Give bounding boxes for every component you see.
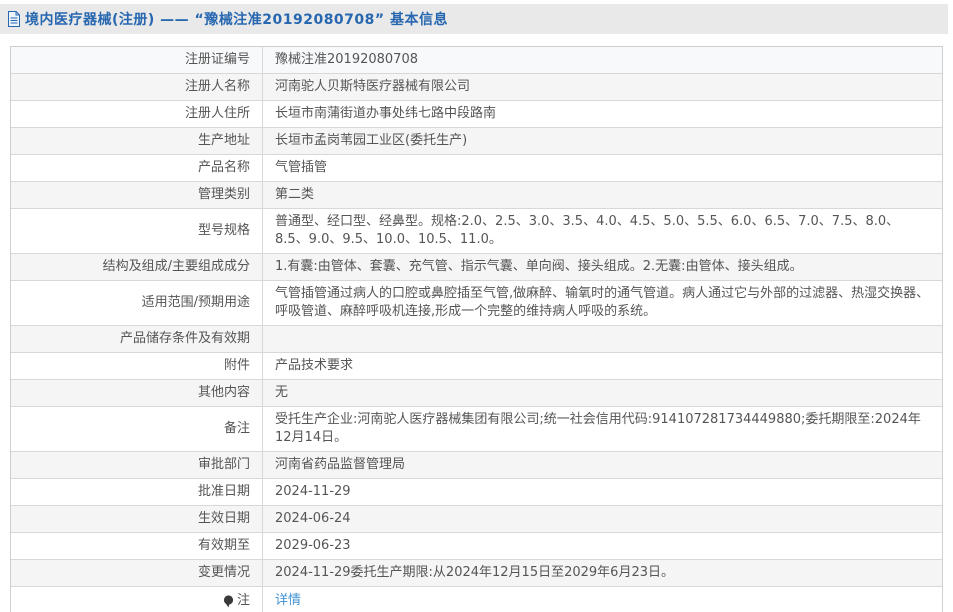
row-label: 备注 [223, 421, 250, 436]
row-value-cell: 1.有囊:由管体、套囊、充气管、指示气囊、单向阀、接头组成。2.无囊:由管体、接… [263, 254, 942, 280]
row-value: 普通型、经口型、经鼻型。规格:2.0、2.5、3.0、3.5、4.0、4.5、5… [275, 214, 900, 247]
device-info-table: 注册证编号 豫械注准20192080708 注册人名称 河南驼人贝斯特医疗器械有… [10, 46, 943, 612]
row-label: 生效日期 [197, 511, 250, 526]
row-value: 第二类 [275, 187, 315, 202]
table-row: 注册人住所 长垣市南蒲街道办事处纬七路中段路南 [11, 101, 942, 128]
row-value-cell: 长垣市孟岗苇园工业区(委托生产) [263, 128, 942, 154]
row-value-cell: 详情 [263, 587, 942, 612]
row-value: 2029-06-23 [275, 538, 351, 553]
row-label-cell: 管理类别 [11, 182, 263, 208]
table-row: 变更情况 2024-11-29委托生产期限:从2024年12月15日至2029年… [11, 560, 942, 587]
row-label: 型号规格 [197, 223, 250, 238]
row-label: 结构及组成/主要组成成分 [102, 259, 250, 274]
row-label: 注册人名称 [184, 79, 250, 94]
table-row: 生效日期 2024-06-24 [11, 506, 942, 533]
table-row: 产品名称 气管插管 [11, 155, 942, 182]
row-value: 长垣市孟岗苇园工业区(委托生产) [275, 133, 468, 148]
row-label-cell: 其他内容 [11, 380, 263, 406]
table-row: 审批部门 河南省药品监督管理局 [11, 452, 942, 479]
row-label-cell: 生产地址 [11, 128, 263, 154]
row-label: 适用范围/预期用途 [141, 295, 250, 310]
row-label-cell: 产品名称 [11, 155, 263, 181]
row-label-cell: 适用范围/预期用途 [11, 281, 263, 325]
table-row: 其他内容 无 [11, 380, 942, 407]
note-balloon-icon [223, 595, 234, 608]
row-label: 其他内容 [197, 385, 250, 400]
row-value-cell: 受托生产企业:河南驼人医疗器械集团有限公司;统一社会信用代码:914107281… [263, 407, 942, 451]
table-row: 适用范围/预期用途 气管插管通过病人的口腔或鼻腔插至气管,做麻醉、输氧时的通气管… [11, 281, 942, 326]
row-label: 注册人住所 [184, 106, 250, 121]
table-row: 注册人名称 河南驼人贝斯特医疗器械有限公司 [11, 74, 942, 101]
row-label-cell: 有效期至 [11, 533, 263, 559]
row-label-cell: 注册人住所 [11, 101, 263, 127]
row-value-cell: 气管插管通过病人的口腔或鼻腔插至气管,做麻醉、输氧时的通气管道。病人通过它与外部… [263, 281, 942, 325]
table-row: 备注 受托生产企业:河南驼人医疗器械集团有限公司;统一社会信用代码:914107… [11, 407, 942, 452]
table-row: 产品储存条件及有效期 [11, 326, 942, 353]
row-label-cell: 注册证编号 [11, 47, 263, 73]
table-row: 注册证编号 豫械注准20192080708 [11, 47, 942, 74]
page-title: 境内医疗器械(注册) —— “豫械注准20192080708” 基本信息 [25, 12, 448, 28]
row-label-cell: 备注 [11, 407, 263, 451]
table-row: 管理类别 第二类 [11, 182, 942, 209]
row-label: 管理类别 [197, 187, 250, 202]
row-value: 无 [275, 385, 289, 400]
row-label-cell: 注 [11, 587, 263, 612]
row-label-cell: 变更情况 [11, 560, 263, 586]
row-value-cell: 2029-06-23 [263, 533, 942, 559]
row-label: 产品名称 [197, 160, 250, 175]
row-label: 有效期至 [197, 538, 250, 553]
row-label-cell: 附件 [11, 353, 263, 379]
table-row: 有效期至 2029-06-23 [11, 533, 942, 560]
row-value-cell: 气管插管 [263, 155, 942, 181]
row-label: 审批部门 [197, 457, 250, 472]
row-label: 附件 [223, 358, 250, 373]
row-value-cell [263, 326, 942, 352]
row-value-cell: 长垣市南蒲街道办事处纬七路中段路南 [263, 101, 942, 127]
row-value: 2024-11-29委托生产期限:从2024年12月15日至2029年6月23日… [275, 565, 674, 580]
details-link[interactable]: 详情 [275, 592, 301, 610]
row-label-cell: 批准日期 [11, 479, 263, 505]
row-label: 变更情况 [197, 565, 250, 580]
row-label: 注册证编号 [184, 52, 250, 67]
row-value: 河南驼人贝斯特医疗器械有限公司 [275, 79, 471, 94]
row-value-cell: 无 [263, 380, 942, 406]
row-value: 受托生产企业:河南驼人医疗器械集团有限公司;统一社会信用代码:914107281… [275, 412, 921, 445]
row-value-cell: 2024-06-24 [263, 506, 942, 532]
row-value: 河南省药品监督管理局 [275, 457, 406, 472]
page-header: 境内医疗器械(注册) —— “豫械注准20192080708” 基本信息 [0, 4, 948, 34]
row-label: 批准日期 [197, 484, 250, 499]
row-value: 长垣市南蒲街道办事处纬七路中段路南 [275, 106, 497, 121]
row-value-cell: 普通型、经口型、经鼻型。规格:2.0、2.5、3.0、3.5、4.0、4.5、5… [263, 209, 942, 253]
row-label-cell: 型号规格 [11, 209, 263, 253]
row-value-cell: 第二类 [263, 182, 942, 208]
table-row: 型号规格 普通型、经口型、经鼻型。规格:2.0、2.5、3.0、3.5、4.0、… [11, 209, 942, 254]
row-value-cell: 2024-11-29 [263, 479, 942, 505]
row-label-cell: 产品储存条件及有效期 [11, 326, 263, 352]
row-value: 2024-06-24 [275, 511, 351, 526]
row-value: 豫械注准20192080708 [275, 52, 418, 67]
row-value: 2024-11-29 [275, 484, 351, 499]
row-value-cell: 河南驼人贝斯特医疗器械有限公司 [263, 74, 942, 100]
row-label: 产品储存条件及有效期 [119, 331, 250, 346]
row-label: 注 [236, 592, 250, 608]
table-row: 结构及组成/主要组成成分 1.有囊:由管体、套囊、充气管、指示气囊、单向阀、接头… [11, 254, 942, 281]
row-label-cell: 审批部门 [11, 452, 263, 478]
row-value-cell: 产品技术要求 [263, 353, 942, 379]
row-label-cell: 生效日期 [11, 506, 263, 532]
row-value: 1.有囊:由管体、套囊、充气管、指示气囊、单向阀、接头组成。2.无囊:由管体、接… [275, 259, 803, 274]
table-row: 生产地址 长垣市孟岗苇园工业区(委托生产) [11, 128, 942, 155]
row-value-cell: 豫械注准20192080708 [263, 47, 942, 73]
row-value-cell: 河南省药品监督管理局 [263, 452, 942, 478]
row-label-cell: 注册人名称 [11, 74, 263, 100]
row-value: 气管插管通过病人的口腔或鼻腔插至气管,做麻醉、输氧时的通气管道。病人通过它与外部… [275, 286, 930, 319]
document-icon [7, 11, 21, 27]
row-value: 气管插管 [275, 160, 328, 175]
table-row: 批准日期 2024-11-29 [11, 479, 942, 506]
row-label-cell: 结构及组成/主要组成成分 [11, 254, 263, 280]
table-row: 注 详情 [11, 587, 942, 612]
row-value-cell: 2024-11-29委托生产期限:从2024年12月15日至2029年6月23日… [263, 560, 942, 586]
row-label: 生产地址 [197, 133, 250, 148]
table-row: 附件 产品技术要求 [11, 353, 942, 380]
row-value: 产品技术要求 [275, 358, 354, 373]
